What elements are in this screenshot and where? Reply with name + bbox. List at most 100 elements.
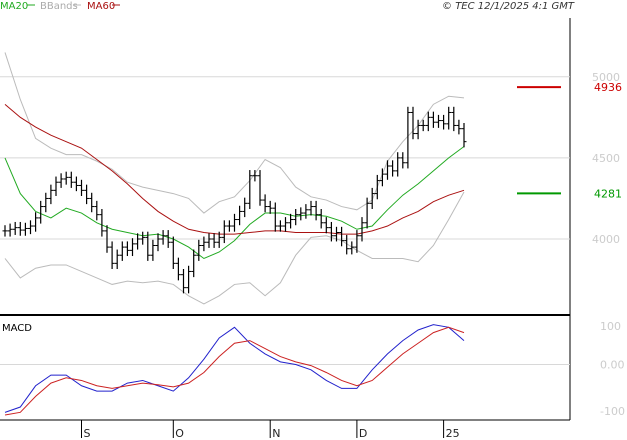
price-bar	[135, 233, 141, 250]
price-bar	[436, 114, 441, 128]
x-tick-label: 25	[446, 427, 460, 440]
price-bar	[318, 208, 324, 229]
macd-line	[4, 324, 465, 413]
x-axis: S O N D 25	[81, 420, 460, 440]
price-bar	[395, 152, 401, 177]
price-bar	[22, 222, 28, 236]
price-bar	[53, 176, 59, 197]
price-bar	[293, 208, 299, 226]
price-bar	[12, 221, 18, 235]
price-bar	[48, 184, 54, 205]
price-bar	[140, 231, 146, 245]
stock-chart: MA20 BBands MA60 © TEC 12/1/2025 4:1 GMT…	[0, 1, 625, 440]
price-bar	[145, 231, 151, 261]
price-bar	[410, 106, 416, 140]
price-bar	[191, 249, 197, 278]
price-bar	[17, 221, 23, 236]
price-bar	[237, 205, 243, 226]
price-bar	[181, 269, 186, 294]
price-bar	[63, 171, 69, 185]
price-bar	[247, 170, 253, 209]
price-bar	[186, 265, 192, 294]
price-bar	[221, 220, 227, 244]
price-bar	[359, 217, 365, 242]
price-bar	[68, 171, 74, 188]
x-tick-label: N	[272, 427, 280, 440]
price-bar	[114, 249, 120, 270]
price-bar	[196, 239, 202, 261]
price-bar	[226, 220, 232, 232]
price-bar	[390, 160, 396, 177]
price-bar	[7, 223, 13, 237]
price-bar	[339, 226, 345, 247]
legend: MA20 BBands MA60 © TEC 12/1/2025 4:1 GMT	[0, 1, 575, 12]
price-bar	[175, 257, 181, 281]
price-bar	[400, 152, 406, 169]
price-bar	[441, 114, 447, 130]
price-bar	[38, 200, 44, 224]
price-bar	[150, 239, 156, 261]
price-bar	[374, 174, 380, 200]
price-bar	[308, 200, 314, 216]
price-bar	[369, 187, 375, 209]
price-bar	[99, 208, 105, 237]
bb-lower-line	[4, 191, 465, 305]
level-label-4281: 4281	[594, 187, 622, 200]
price-bar	[33, 212, 39, 232]
y-tick-label: 4500	[592, 152, 620, 165]
price-bar	[43, 192, 49, 213]
price-bar	[2, 225, 8, 237]
price-bar	[130, 238, 135, 257]
price-bar	[58, 173, 64, 188]
bollinger-bands	[4, 52, 465, 305]
price-bar	[385, 160, 390, 180]
copyright-label: © TEC 12/1/2025 4:1 GMT	[442, 1, 575, 12]
legend-ma60-label: MA60	[87, 1, 115, 12]
price-bar	[283, 217, 288, 232]
price-bar	[28, 220, 33, 235]
price-bar	[262, 194, 268, 213]
price-bar	[206, 233, 212, 248]
x-tick-label: O	[175, 427, 184, 440]
price-gridlines	[0, 76, 570, 240]
price-bar	[119, 241, 125, 261]
macd-y-axis: 100 0.00 -100	[600, 320, 625, 418]
price-bar	[277, 220, 283, 232]
y-tick-label: 4000	[592, 233, 620, 246]
price-bar	[272, 202, 278, 232]
price-bar	[313, 200, 319, 221]
price-y-axis: 4000 4500 5000	[592, 71, 620, 246]
macd-title: MACD	[2, 323, 32, 334]
x-tick-label: S	[84, 427, 91, 440]
price-bar	[298, 207, 304, 221]
price-bar	[109, 241, 115, 270]
price-bar	[456, 119, 462, 135]
price-bar	[430, 111, 436, 128]
macd-y-tick-label: 100	[600, 320, 621, 333]
price-bar	[160, 230, 166, 245]
macd-y-tick-label: -100	[600, 405, 625, 418]
legend-ma20-label: MA20	[0, 1, 28, 12]
price-bar	[79, 179, 84, 197]
price-bar	[170, 236, 176, 270]
moving-averages	[4, 103, 465, 260]
price-bar	[257, 170, 263, 206]
price-bar	[84, 184, 90, 205]
ma20-line	[4, 146, 465, 260]
price-bar	[73, 176, 79, 192]
y-tick-label: 5000	[592, 71, 620, 84]
price-bar	[211, 233, 217, 248]
price-bar	[303, 204, 309, 219]
price-bar	[94, 200, 100, 221]
price-bar	[242, 197, 248, 218]
price-bar	[323, 217, 329, 234]
macd-y-tick-label: 0.00	[600, 359, 625, 372]
price-bar	[89, 192, 95, 213]
price-bar	[267, 200, 273, 214]
macd-lines	[4, 324, 465, 416]
x-tick-label: D	[359, 427, 367, 440]
price-bar	[451, 106, 457, 132]
price-bars	[2, 106, 467, 294]
price-bar	[232, 213, 237, 232]
price-bar	[124, 241, 130, 257]
